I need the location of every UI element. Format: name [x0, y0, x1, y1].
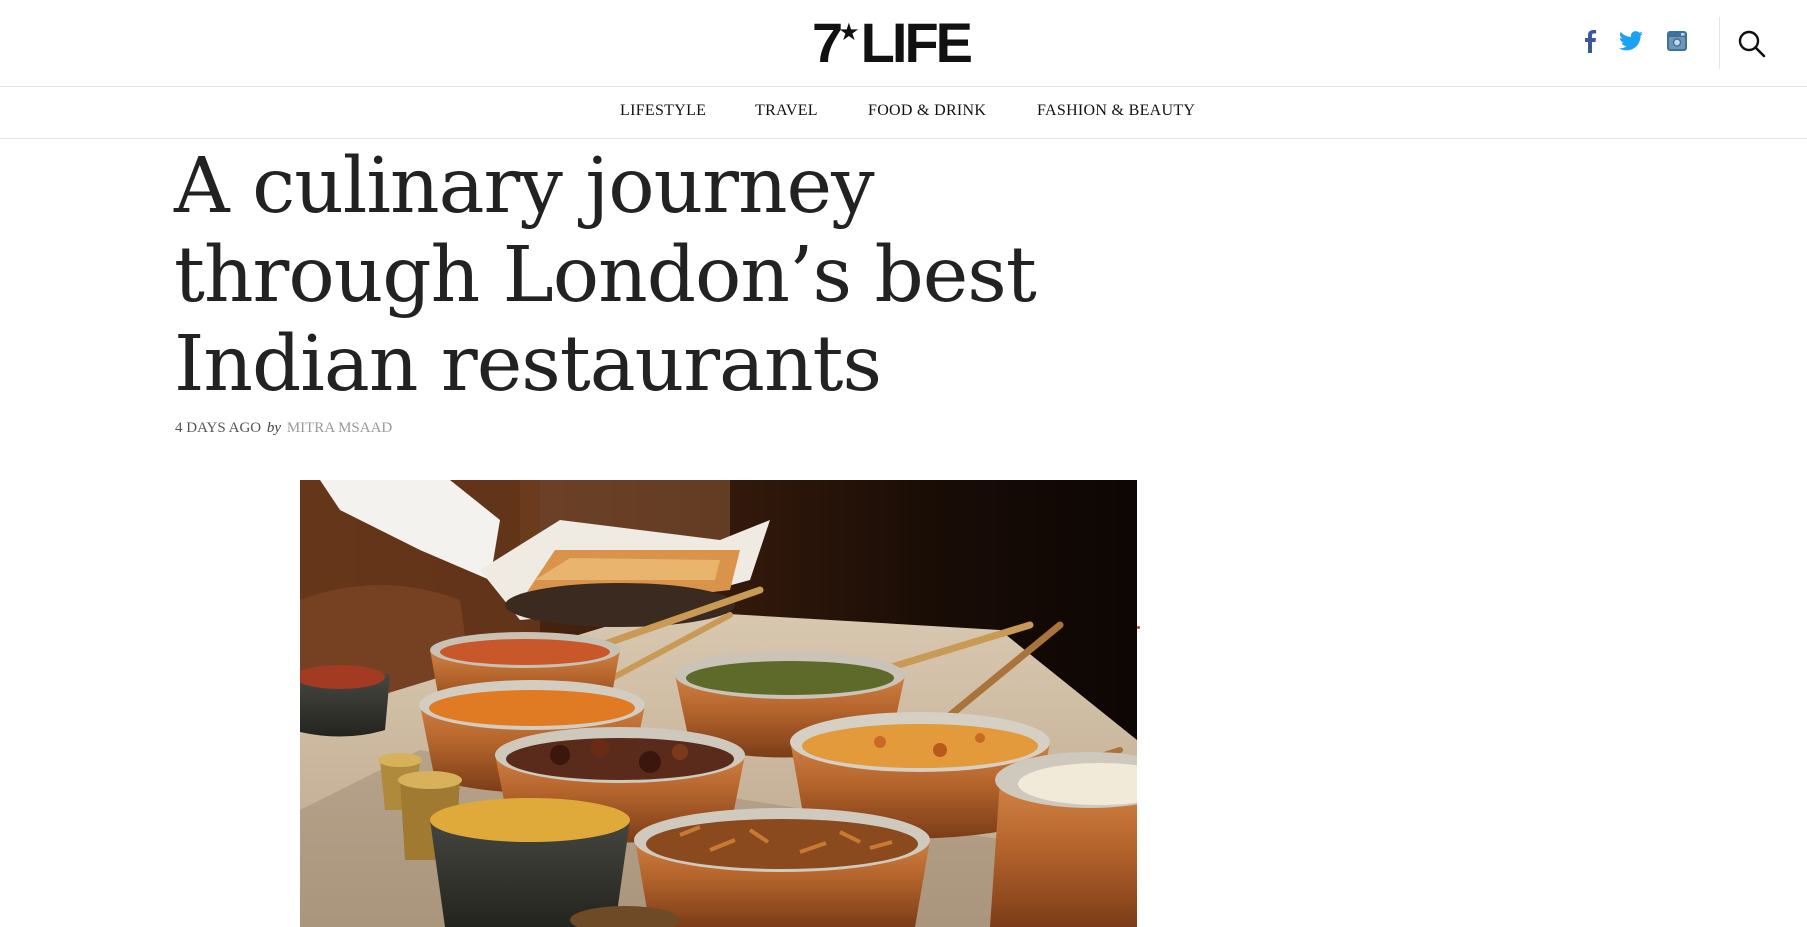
red-dot-marker — [1137, 626, 1140, 629]
article-date: 4 DAYS AGO — [175, 420, 262, 436]
twitter-icon[interactable] — [1618, 28, 1644, 54]
article-title: A culinary journey through London’s best… — [174, 142, 1074, 409]
nav-item-travel[interactable]: TRAVEL — [755, 102, 818, 120]
hero-image — [300, 480, 1137, 927]
search-icon[interactable] — [1736, 28, 1768, 60]
instagram-icon[interactable] — [1664, 28, 1690, 54]
nav-item-lifestyle[interactable]: LIFESTYLE — [620, 102, 706, 120]
header-divider — [1719, 17, 1720, 69]
logo-star-icon: ★ — [838, 18, 860, 46]
site-header: 7 ★ LIFE — [0, 0, 1807, 87]
byline-by: by — [266, 420, 282, 436]
facebook-icon[interactable] — [1577, 28, 1603, 54]
site-logo[interactable]: 7 ★ LIFE — [812, 11, 973, 74]
article-title-line: A culinary journey — [174, 142, 875, 231]
article-title-line: Indian restaurants — [174, 320, 882, 409]
nav-item-food-drink[interactable]: FOOD & DRINK — [868, 102, 986, 120]
logo-word: LIFE — [860, 11, 973, 74]
author-link[interactable]: MITRA MSAAD — [287, 420, 392, 436]
article-title-line: through London’s best — [174, 231, 1037, 320]
article-byline: 4 DAYS AGO by MITRA MSAAD — [175, 420, 392, 437]
main-nav: LIFESTYLE TRAVEL FOOD & DRINK FASHION & … — [0, 87, 1807, 139]
logo-number: 7 — [812, 11, 843, 74]
nav-item-fashion-beauty[interactable]: FASHION & BEAUTY — [1037, 102, 1195, 120]
